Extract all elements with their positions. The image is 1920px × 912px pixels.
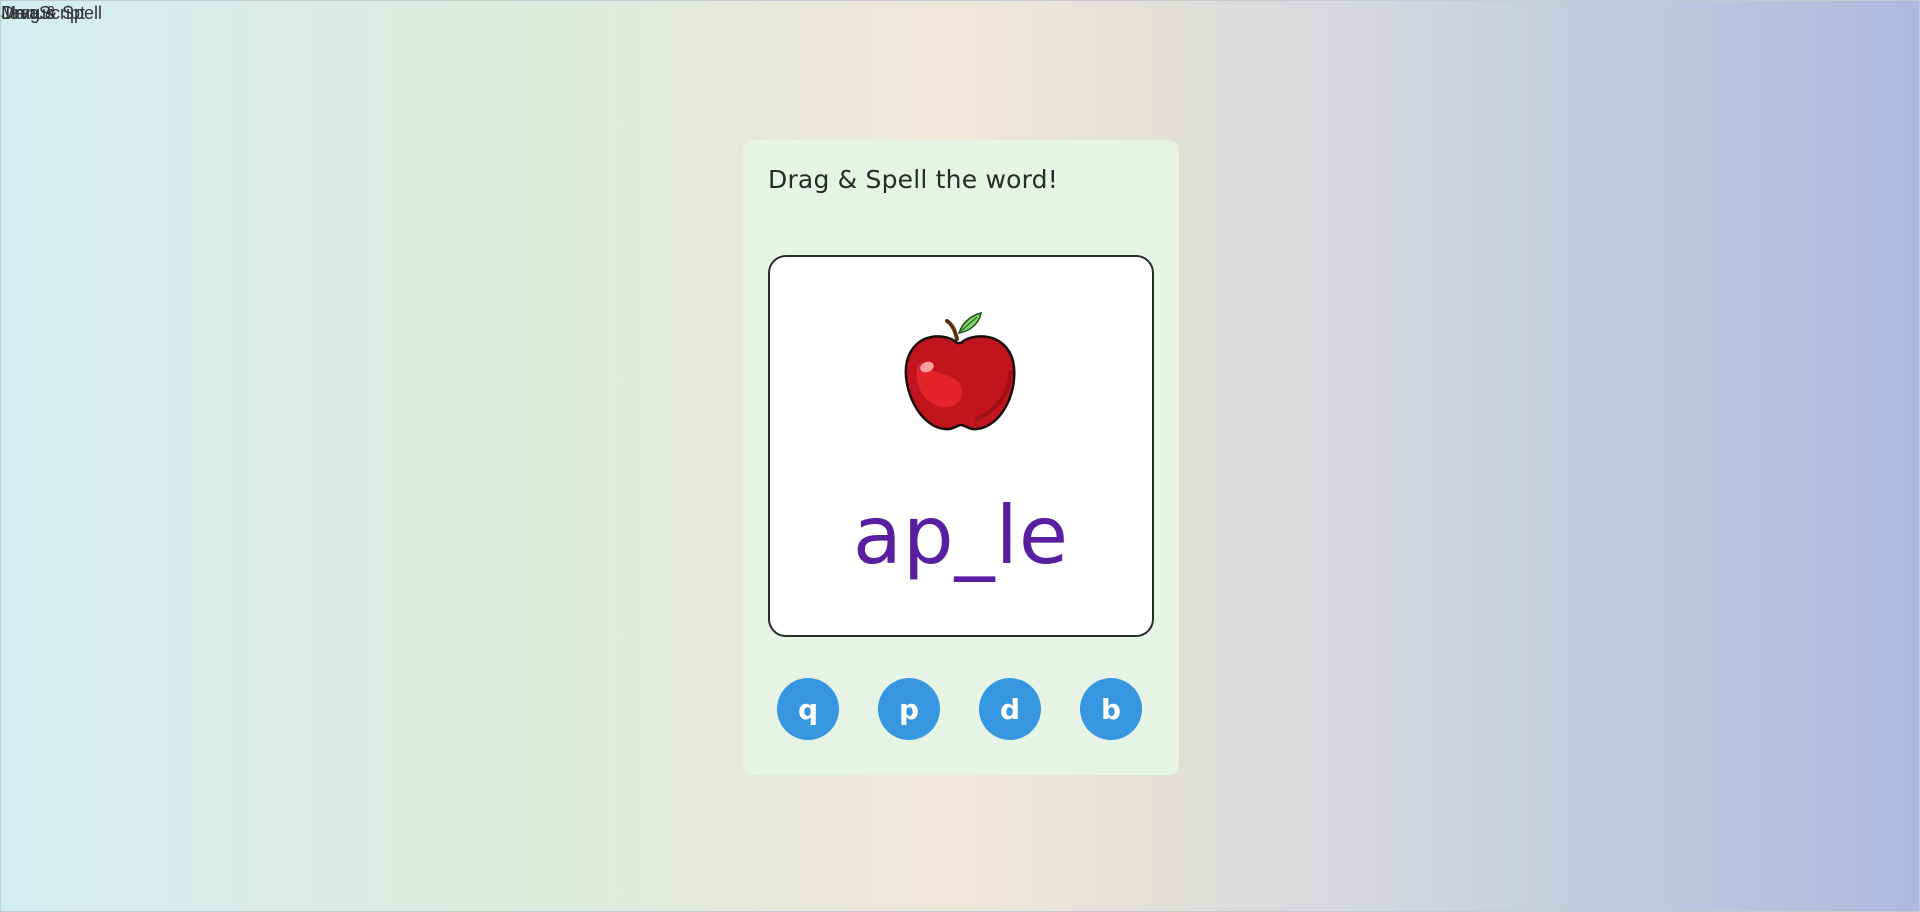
letter-tile-q[interactable]: q	[777, 678, 839, 740]
letter-tile-b[interactable]: b	[1080, 678, 1142, 740]
spelling-card: Drag & Spell the word! ap_le q p d b	[743, 140, 1179, 775]
header-text-3: JavaScript	[1, 3, 86, 23]
letter-choices: q p d b	[777, 678, 1145, 740]
instruction-text: Drag & Spell the word!	[768, 165, 1058, 194]
apple-image	[904, 311, 1016, 431]
letter-tile-p[interactable]: p	[878, 678, 940, 740]
letter-tile-d[interactable]: d	[979, 678, 1041, 740]
word-display: ap_le	[852, 489, 1070, 582]
word-drop-zone[interactable]: ap_le	[768, 255, 1154, 637]
